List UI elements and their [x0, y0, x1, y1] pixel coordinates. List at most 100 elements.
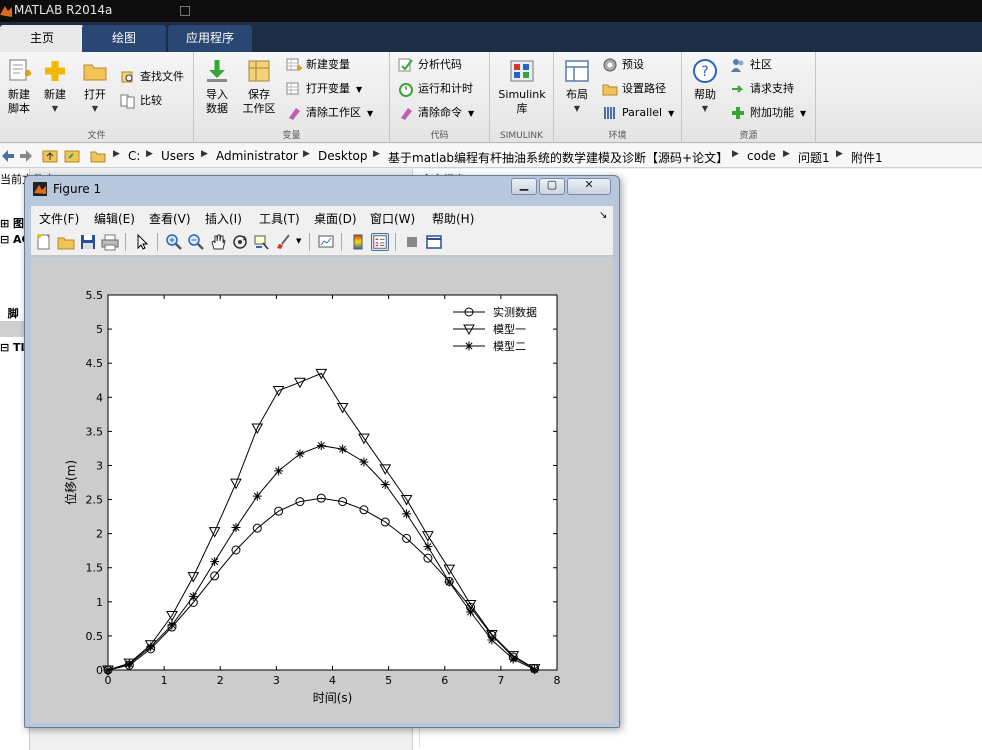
compare-label: 比较 — [140, 94, 162, 107]
compare-button[interactable]: 比较 — [120, 91, 162, 111]
insert-legend-icon[interactable] — [371, 233, 389, 251]
menu-tools[interactable]: 工具(T) — [259, 210, 300, 227]
up-folder-icon[interactable] — [42, 148, 58, 164]
clear-commands-dropdown-icon[interactable]: ▼ — [468, 109, 474, 118]
insert-colorbar-icon[interactable] — [349, 233, 367, 251]
simulink-library-button[interactable]: Simulink 库 — [496, 56, 548, 116]
request-support-button[interactable]: 请求支持 — [730, 79, 794, 99]
tab-home[interactable]: 主页 — [0, 25, 84, 52]
new-variable-button[interactable]: 新建变量 — [286, 55, 350, 75]
save-icon[interactable] — [79, 233, 97, 251]
breadcrumb-separator: ▶ — [113, 149, 120, 159]
rotate-3d-icon[interactable] — [231, 233, 249, 251]
tab-apps[interactable]: 应用程序 — [168, 25, 252, 52]
run-and-time-button[interactable]: 运行和计时 — [398, 79, 473, 99]
menu-dock-arrow-icon[interactable]: ↘ — [599, 210, 607, 221]
open-button[interactable]: 打开 ▼ — [76, 56, 114, 116]
open-label: 打开 — [84, 88, 106, 101]
clear-workspace-button[interactable]: 清除工作区 ▼ — [286, 103, 373, 123]
set-path-button[interactable]: 设置路径 — [602, 79, 666, 99]
breadcrumb-item[interactable]: 基于matlab编程有杆抽油系统的数学建模及诊断【源码+论文】 — [388, 149, 728, 166]
ribbon-group-simulink: Simulink 库 SIMULINK — [490, 52, 554, 143]
data-cursor-icon[interactable] — [253, 233, 271, 251]
figure-close-button[interactable]: ✕ — [567, 178, 611, 195]
title-bar-minimize-icon[interactable] — [180, 6, 190, 16]
group-label-file: 文件 — [87, 131, 106, 141]
breadcrumb-item[interactable]: code — [747, 149, 776, 163]
clear-commands-button[interactable]: 清除命令 ▼ — [398, 103, 474, 123]
open-variable-button[interactable]: 打开变量 ▼ — [286, 79, 362, 99]
parallel-button[interactable]: Parallel ▼ — [602, 103, 674, 123]
open-variable-dropdown-icon[interactable]: ▼ — [356, 85, 362, 94]
new-figure-icon[interactable] — [35, 233, 53, 251]
new-script-label-1: 新建 — [8, 88, 30, 101]
breadcrumb-item[interactable]: Administrator — [216, 149, 298, 163]
toolbar-separator — [125, 233, 126, 251]
breadcrumb-item[interactable]: Users — [161, 149, 195, 163]
back-arrow-icon[interactable] — [0, 148, 16, 164]
find-files-button[interactable]: 查找文件 — [120, 67, 184, 87]
link-plot-icon[interactable] — [317, 233, 335, 251]
menu-insert[interactable]: 插入(I) — [205, 210, 242, 227]
menu-file[interactable]: 文件(F) — [39, 210, 79, 227]
figure-title: Figure 1 — [53, 182, 102, 196]
y-tick-label: 1.5 — [86, 562, 104, 575]
analyze-code-button[interactable]: 分析代码 — [398, 55, 462, 75]
figure-window[interactable]: Figure 1 ▁ ▢ ✕ 文件(F) 编辑(E) 查看(V) 插入(I) 工… — [24, 175, 620, 728]
app-title-bar: MATLAB R2014a — [0, 0, 982, 22]
x-tick-label: 1 — [161, 674, 168, 687]
hide-plot-tools-icon[interactable] — [403, 233, 421, 251]
help-button[interactable]: ? 帮助 ▼ — [686, 56, 724, 116]
tab-plots[interactable]: 绘图 — [82, 25, 166, 52]
add-ons-button[interactable]: 附加功能 ▼ — [730, 103, 806, 123]
pointer-arrow-icon[interactable] — [133, 233, 151, 251]
open-variable-icon — [286, 82, 299, 95]
new-plus-icon — [45, 61, 65, 81]
layout-button[interactable]: 布局 ▼ — [558, 56, 596, 116]
preferences-button[interactable]: 预设 — [602, 55, 644, 75]
print-icon[interactable] — [101, 233, 119, 251]
new-script-button[interactable]: 新建 脚本 — [0, 56, 38, 116]
menu-view[interactable]: 查看(V) — [149, 210, 191, 227]
menu-window[interactable]: 窗口(W) — [370, 210, 415, 227]
browse-folder-icon[interactable] — [64, 148, 80, 164]
show-plot-tools-icon[interactable] — [425, 233, 443, 251]
new-button[interactable]: 新建 ▼ — [36, 56, 74, 116]
zoom-in-icon[interactable] — [165, 233, 183, 251]
run-and-time-label: 运行和计时 — [418, 82, 473, 95]
group-label-environment: 环境 — [608, 131, 627, 141]
import-data-button[interactable]: 导入 数据 — [198, 56, 236, 116]
pan-hand-icon[interactable] — [209, 233, 227, 251]
figure-minimize-button[interactable]: ▁ — [511, 178, 537, 195]
community-button[interactable]: 社区 — [730, 55, 772, 75]
x-tick-label: 4 — [329, 674, 336, 687]
figure-maximize-button[interactable]: ▢ — [539, 178, 565, 195]
breadcrumb-item[interactable]: C: — [128, 149, 140, 163]
menu-edit[interactable]: 编辑(E) — [94, 210, 135, 227]
brush-dropdown-icon[interactable]: ▼ — [296, 237, 301, 245]
save-workspace-button[interactable]: 保存 工作区 — [238, 56, 280, 116]
set-path-icon — [602, 84, 618, 96]
breadcrumb-item[interactable]: 问题1 — [798, 149, 830, 166]
clear-workspace-dropdown-icon[interactable]: ▼ — [367, 109, 373, 118]
breadcrumb-item[interactable]: Desktop — [318, 149, 368, 163]
simulink-library-label-2: 库 — [516, 102, 528, 115]
add-ons-dropdown-icon[interactable]: ▼ — [800, 109, 806, 118]
menu-desktop[interactable]: 桌面(D) — [314, 210, 357, 227]
open-file-icon[interactable] — [57, 233, 75, 251]
zoom-out-icon[interactable] — [187, 233, 205, 251]
left-panel-row[interactable]: ⊟ TI — [0, 341, 25, 354]
figure-title-bar[interactable]: Figure 1 ▁ ▢ ✕ — [25, 176, 619, 202]
parallel-dropdown-icon[interactable]: ▼ — [668, 109, 674, 118]
matlab-logo-icon — [0, 6, 12, 17]
menu-help[interactable]: 帮助(H) — [432, 210, 474, 227]
left-panel-row[interactable]: 脚 — [0, 305, 19, 321]
breadcrumb-item[interactable]: 附件1 — [851, 149, 883, 166]
y-tick-label: 5.5 — [86, 289, 104, 302]
forward-arrow-icon[interactable] — [18, 148, 34, 164]
community-icon — [731, 59, 744, 72]
breadcrumb-separator: ▶ — [836, 149, 843, 159]
ribbon-toolstrip: 新建 脚本 新建 ▼ 打开 ▼ 查找文件 比较 文件 导入 数据 保存 工作区 … — [0, 52, 982, 143]
brush-icon[interactable] — [275, 233, 293, 251]
left-panel-row[interactable]: ⊞ 图 — [0, 215, 24, 231]
